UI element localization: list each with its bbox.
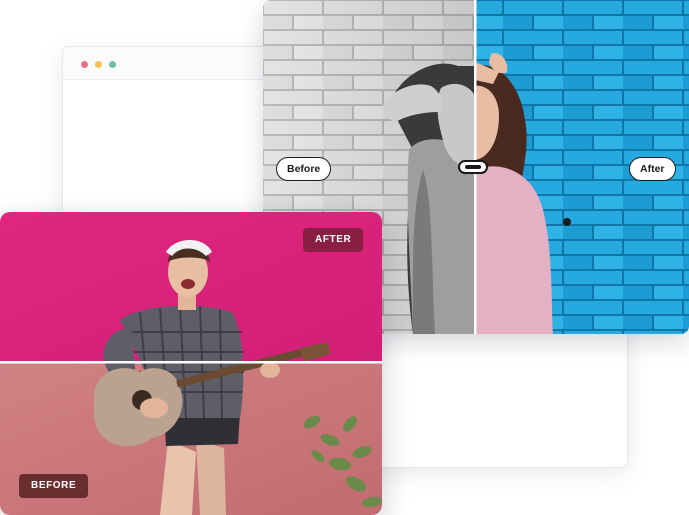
- guitar-photo: [0, 212, 382, 515]
- after-tag: AFTER: [303, 228, 364, 252]
- close-dot: [81, 61, 88, 68]
- guitar-comparison[interactable]: [0, 212, 382, 515]
- before-tag: BEFORE: [19, 474, 89, 498]
- hero-illustration: Before After AFTER BEFORE: [0, 0, 689, 515]
- minimize-dot: [95, 61, 102, 68]
- maximize-dot: [109, 61, 116, 68]
- after-label: After: [629, 157, 676, 181]
- before-label: Before: [276, 157, 332, 181]
- comparison-slider-handle[interactable]: [458, 160, 488, 174]
